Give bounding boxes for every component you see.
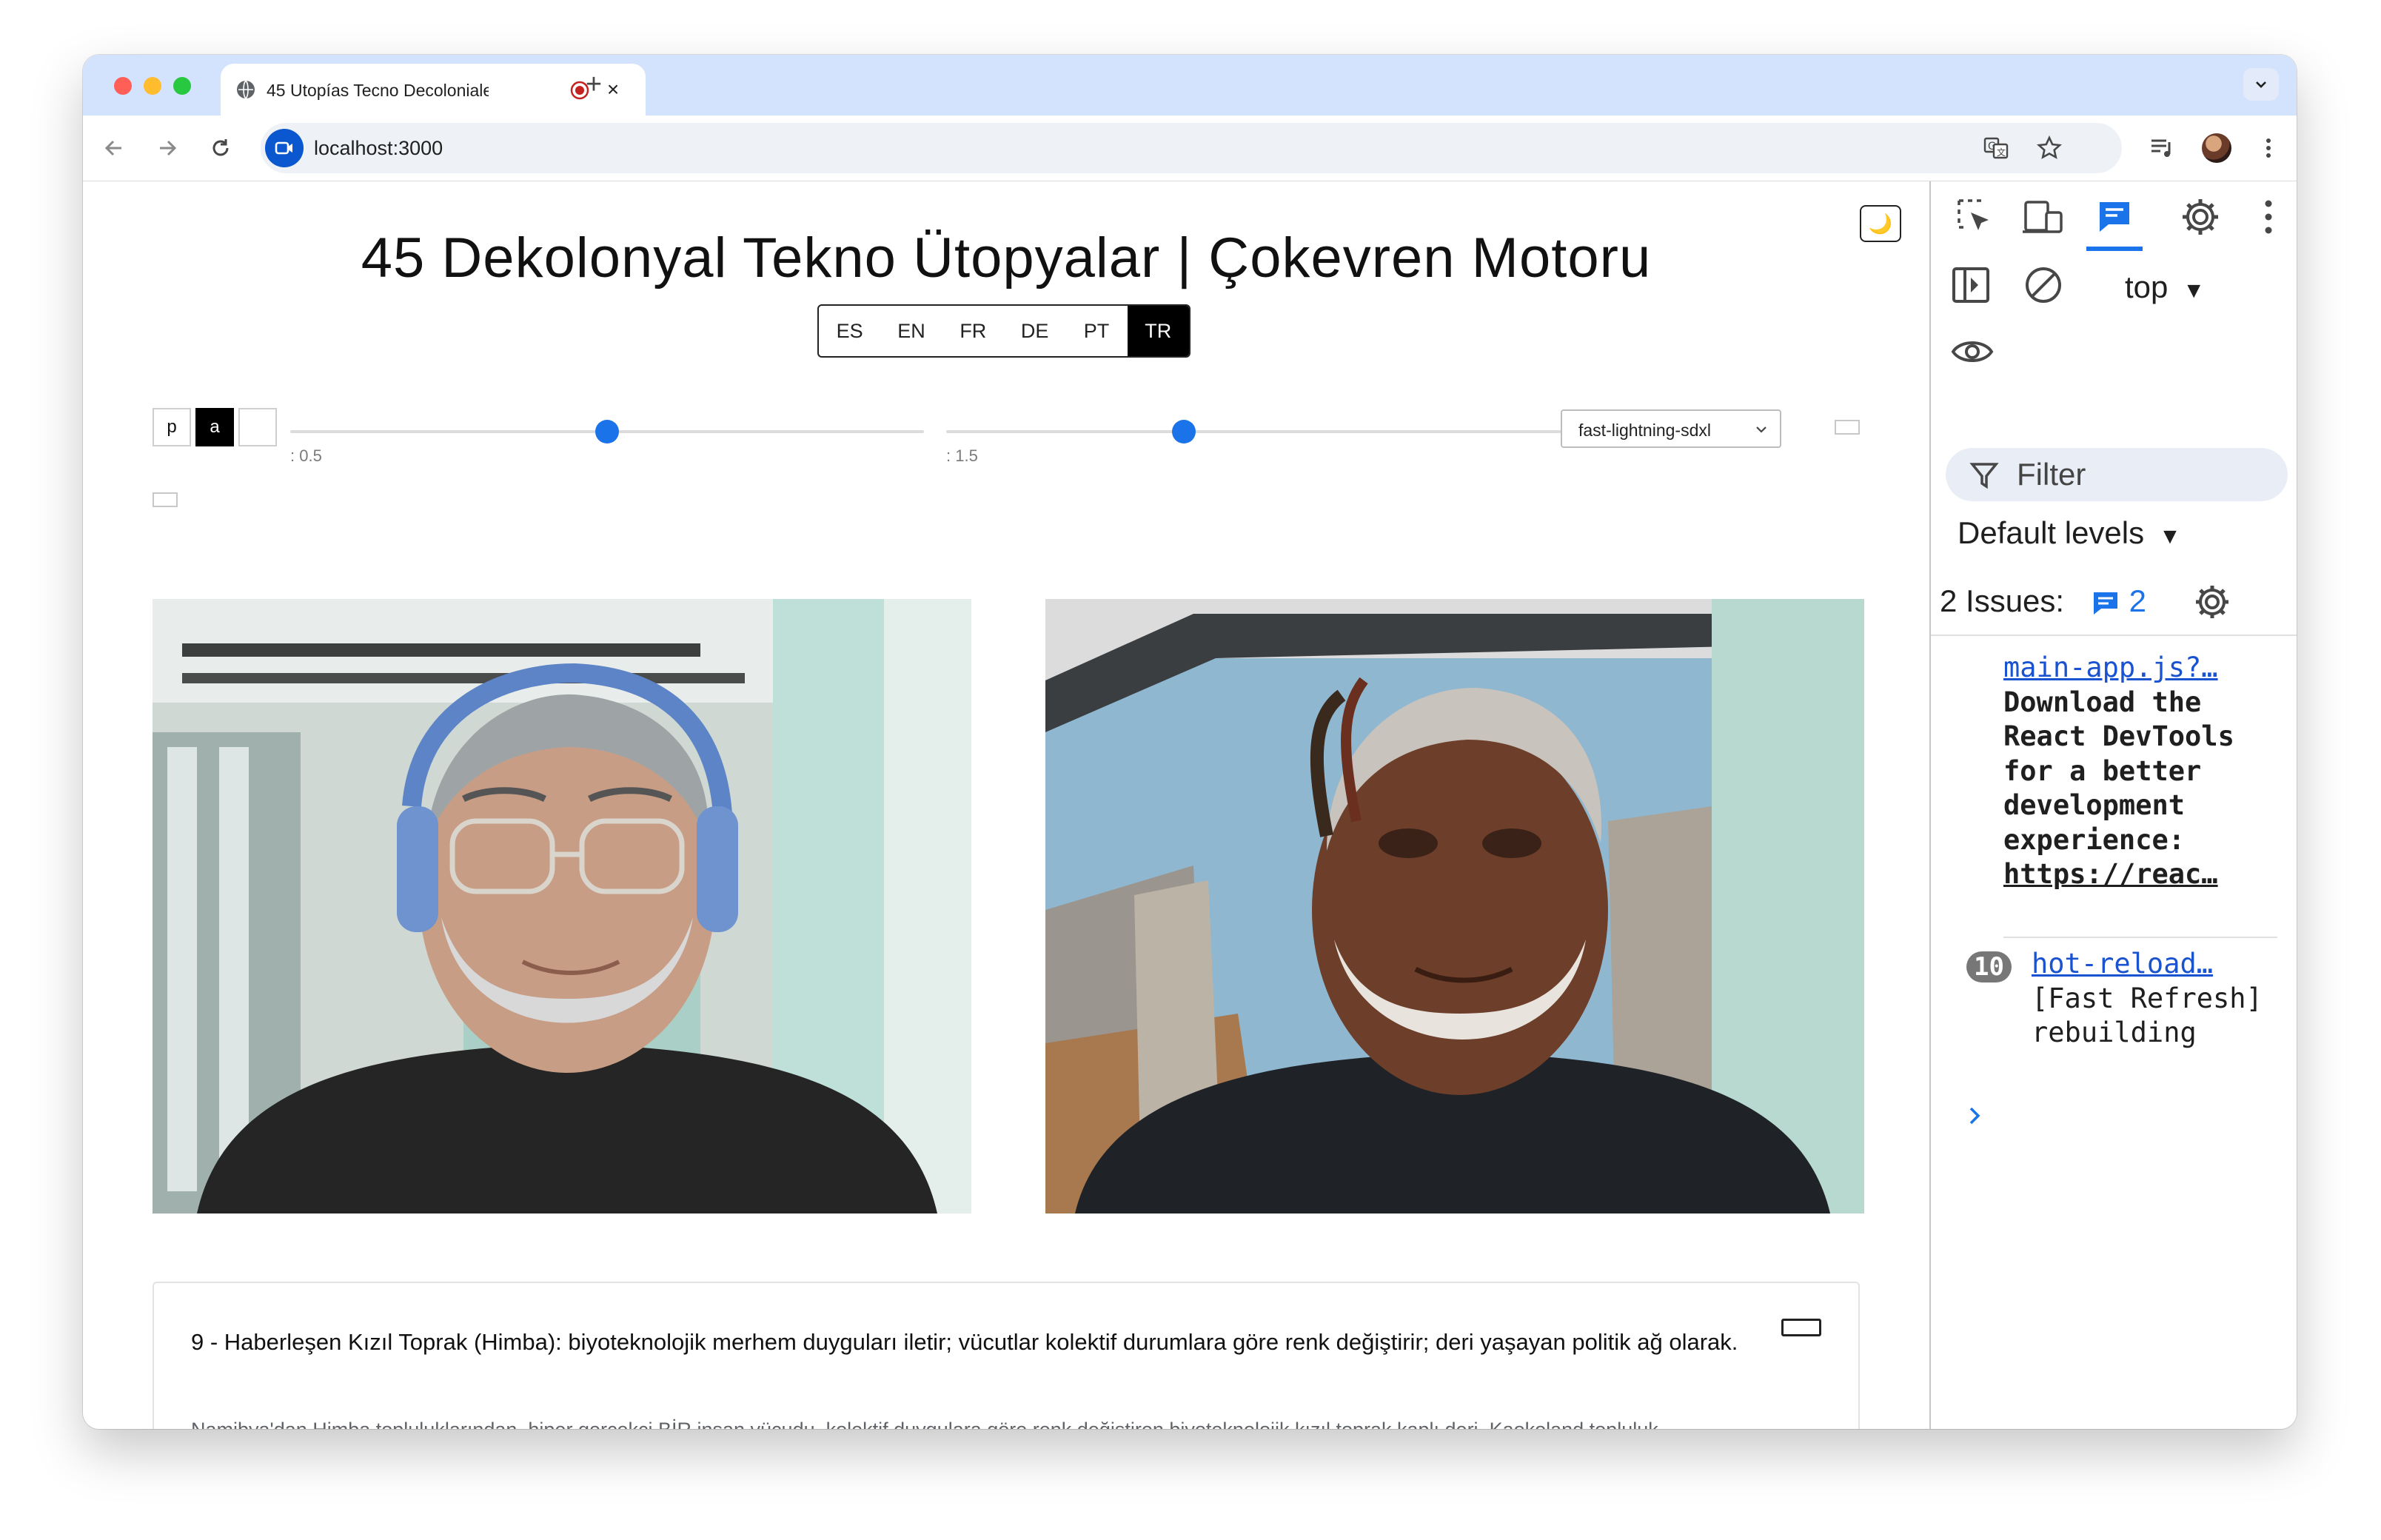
live-expression-eye-icon[interactable] [1950,331,1995,372]
slider-thumb[interactable] [595,420,619,443]
lang-button-tr[interactable]: TR [1127,306,1189,356]
webcam-video [153,599,971,1213]
mode-toggle-group: p a [153,408,281,446]
caret-down-icon: ▼ [2152,524,2181,549]
issues-button[interactable]: 2 [2091,581,2146,621]
inspect-element-icon[interactable] [1955,196,1996,238]
address-bar[interactable]: localhost:3000 G 文 [261,123,2122,173]
repeat-count-badge: 10 [1966,951,2012,982]
card-action-button[interactable] [1781,1319,1821,1336]
profile-avatar[interactable] [2202,133,2231,163]
more-menu-icon[interactable] [2254,133,2283,163]
svg-text:文: 文 [1997,147,2006,158]
translate-icon[interactable]: G 文 [1983,135,2009,161]
gear-icon[interactable] [2180,196,2221,238]
lang-button-pt[interactable]: PT [1065,306,1127,356]
filter-placeholder: Filter [2017,457,2086,492]
chevron-down-icon [2256,81,2266,88]
media-controls-icon[interactable] [2147,133,2177,163]
more-options-icon[interactable] [2261,198,2276,236]
settings-toggle-button[interactable] [1835,420,1860,435]
mode-button-p[interactable]: p [153,408,191,446]
site-info-button[interactable] [265,129,304,167]
device-toolbar-icon[interactable] [2021,196,2066,238]
react-devtools-link[interactable]: https://reac… [2003,857,2277,892]
forward-icon[interactable] [154,135,181,161]
page-title: 45 Dekolonyal Tekno Ütopyalar | Çokevren… [361,227,1652,289]
issues-settings-gear-icon[interactable] [2191,581,2233,623]
language-switcher: ES EN FR DE PT TR [817,304,1190,358]
filter-icon [1969,463,1999,489]
console-filter-input[interactable]: Filter [1946,448,2288,501]
console-prompt[interactable] [1966,1102,1984,1136]
bookmark-star-icon[interactable] [2036,135,2063,161]
issues-count: 2 [2129,583,2147,618]
guidance-slider[interactable]: : 1.5 [946,409,1580,465]
back-icon[interactable] [101,135,127,161]
model-select-value: fast-lightning-sdxl [1578,421,1711,440]
source-link[interactable]: hot-reload… [2032,947,2283,982]
new-tab-button[interactable]: + [579,70,609,99]
divider [2003,937,2277,938]
lang-button-de[interactable]: DE [1004,306,1065,356]
console-message: main-app.js?… Download the React DevTool… [2003,651,2277,892]
debug-toggle-button[interactable] [153,492,178,507]
slider-value-label: : 1.5 [946,446,978,465]
mode-button-a[interactable]: a [195,408,234,446]
chevron-right-icon [1969,1107,1980,1125]
slider-thumb[interactable] [1172,420,1196,443]
tab-strip: 45 Utopías Tecno Decoloniales × + [83,55,2297,116]
strength-slider[interactable]: : 0.5 [290,409,924,465]
clear-console-icon[interactable] [2023,264,2064,306]
tab-search-button[interactable] [2243,68,2279,101]
console-icon[interactable] [2095,198,2134,235]
camera-icon [275,141,292,155]
chevron-down-icon [1756,426,1767,433]
lang-button-es[interactable]: ES [819,306,880,356]
caret-down-icon: ▼ [2177,278,2206,303]
browser-toolbar: localhost:3000 G 文 [83,116,2297,181]
sidebar-toggle-icon[interactable] [1950,264,1992,306]
browser-window: 45 Utopías Tecno Decoloniales × + localh… [83,55,2297,1429]
slider-track [946,430,1580,433]
context-selector[interactable]: top ▼ [2125,267,2205,311]
mode-button-empty[interactable] [238,408,277,446]
context-selector-label: top [2125,270,2169,304]
source-link[interactable]: main-app.js?… [2003,651,2277,686]
prompt-card: 9 - Haberleşen Kızıl Toprak (Himba): biy… [153,1282,1860,1429]
model-select[interactable]: fast-lightning-sdxl [1561,409,1781,448]
slider-value-label: : 0.5 [290,446,322,465]
close-window-button[interactable] [114,77,132,95]
console-message-text: Download the React DevTools for a better… [2003,686,2234,856]
prompt-description: Namibya'dan Himba topluluklarından, hipe… [191,1415,1746,1429]
tab-title: 45 Utopías Tecno Decoloniales [267,81,489,100]
log-levels-dropdown[interactable]: Default levels ▼ [1958,513,2181,557]
issues-icon [2094,592,2117,615]
log-levels-label: Default levels [1958,515,2145,550]
lang-button-en[interactable]: EN [880,306,942,356]
prompt-title: 9 - Haberleşen Kızıl Toprak (Himba): biy… [191,1329,1738,1355]
url-text: localhost:3000 [314,137,443,159]
console-message-text: [Fast Refresh] rebuilding [2032,982,2263,1049]
reload-icon[interactable] [207,135,234,161]
issues-label: 2 Issues: [1940,583,2065,618]
maximize-window-button[interactable] [173,77,191,95]
globe-icon [237,80,255,99]
generated-image [1045,599,1864,1213]
divider [1931,635,2297,636]
minimize-window-button[interactable] [144,77,161,95]
page-content: 🌙 45 Dekolonyal Tekno Ütopyalar | Çokevr… [83,181,1929,1429]
devtools-panel: top ▼ Filter Default levels ▼ 2 Issues: … [1929,181,2297,1429]
console-message: hot-reload… [Fast Refresh] rebuilding [2032,947,2283,1051]
lang-button-fr[interactable]: FR [942,306,1004,356]
